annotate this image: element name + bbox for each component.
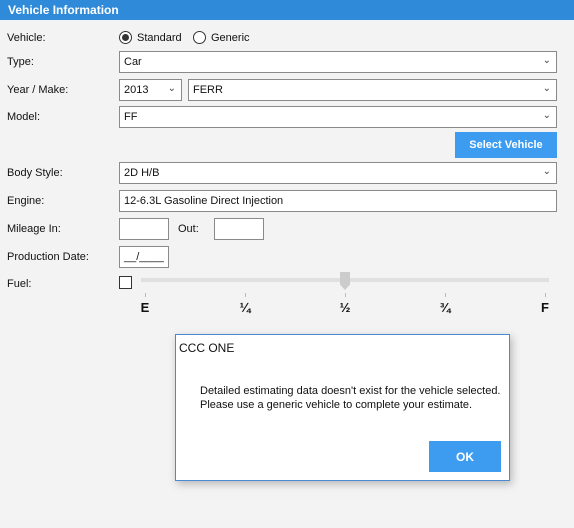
dialog-message-line1: Detailed estimating data doesn't exist f… — [200, 385, 501, 397]
dialog-title: CCC ONE — [179, 341, 235, 355]
engine-label: Engine: — [7, 195, 45, 207]
model-value: FF — [124, 111, 138, 123]
fuel-label: Fuel: — [7, 278, 32, 290]
dialog-message-line2: Please use a generic vehicle to complete… — [200, 399, 473, 411]
ok-button[interactable]: OK — [429, 441, 501, 472]
select-vehicle-button[interactable]: Select Vehicle — [455, 132, 557, 158]
year-make-label: Year / Make: — [7, 84, 69, 96]
chevron-down-icon: ⌄ — [542, 166, 551, 177]
mileage-in-input[interactable] — [119, 218, 169, 240]
chevron-down-icon: ⌄ — [542, 83, 551, 94]
body-style-select[interactable]: 2D H/B ⌄ — [119, 162, 557, 184]
message-dialog: CCC ONE Detailed estimating data doesn't… — [175, 334, 510, 481]
radio-standard[interactable]: Standard — [119, 31, 182, 44]
vehicle-label: Vehicle: — [7, 32, 46, 44]
model-label: Model: — [7, 111, 41, 123]
engine-field[interactable]: 12-6.3L Gasoline Direct Injection — [119, 190, 557, 212]
fuel-mark: F — [541, 300, 549, 315]
chevron-down-icon: ⌄ — [542, 110, 551, 121]
production-date-label: Production Date: — [7, 251, 89, 263]
fuel-mark: ¾ — [439, 300, 451, 315]
make-value: FERR — [193, 84, 223, 96]
type-select[interactable]: Car ⌄ — [119, 51, 557, 73]
fuel-slider-thumb[interactable] — [340, 272, 350, 290]
type-label: Type: — [7, 56, 34, 68]
radio-icon — [119, 31, 132, 44]
make-select[interactable]: FERR ⌄ — [188, 79, 557, 101]
fuel-checkbox[interactable] — [119, 276, 132, 289]
body-style-value: 2D H/B — [124, 167, 160, 179]
body-style-label: Body Style: — [7, 167, 63, 179]
model-select[interactable]: FF ⌄ — [119, 106, 557, 128]
year-select[interactable]: 2013 ⌄ — [119, 79, 182, 101]
chevron-down-icon: ⌄ — [542, 55, 551, 66]
mileage-out-input[interactable] — [214, 218, 264, 240]
mileage-out-label: Out: — [178, 223, 199, 235]
chevron-down-icon: ⌄ — [167, 83, 176, 94]
radio-label: Standard — [137, 31, 182, 44]
engine-value: 12-6.3L Gasoline Direct Injection — [124, 195, 284, 207]
year-value: 2013 — [124, 84, 149, 96]
section-header: Vehicle Information — [0, 0, 574, 20]
fuel-mark: E — [140, 300, 150, 315]
fuel-mark: ½ — [339, 300, 351, 315]
radio-label: Generic — [211, 31, 250, 44]
radio-icon — [193, 31, 206, 44]
type-value: Car — [124, 56, 142, 68]
fuel-mark: ¼ — [239, 300, 251, 315]
production-date-input[interactable]: __/____ — [119, 246, 169, 268]
mileage-label: Mileage In: — [7, 223, 61, 235]
radio-generic[interactable]: Generic — [193, 31, 250, 44]
